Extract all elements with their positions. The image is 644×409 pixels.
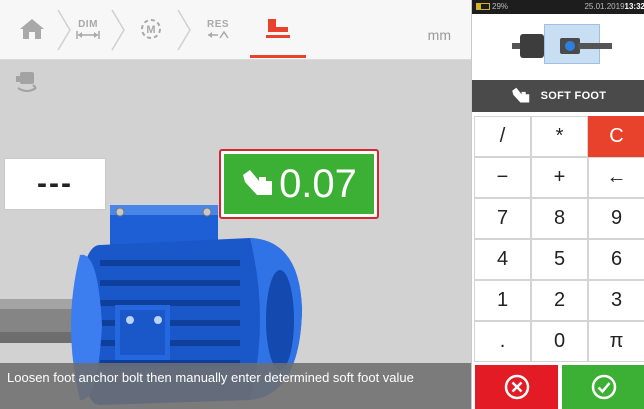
results-button[interactable]: RES <box>196 0 240 58</box>
key-9[interactable]: 9 <box>588 198 644 239</box>
key-0[interactable]: 0 <box>531 321 588 362</box>
machine-view-icon <box>16 72 37 92</box>
key-4[interactable]: 4 <box>474 239 531 280</box>
measure-icon: M <box>141 19 161 39</box>
measurement-placeholder[interactable]: --- <box>4 158 106 210</box>
key-3[interactable]: 3 <box>588 280 644 321</box>
hand-pointer-icon <box>511 87 529 103</box>
soft-foot-value-fill: 0.07 <box>224 154 374 214</box>
machine-thumbnail[interactable] <box>472 14 644 80</box>
results-label: RES <box>206 18 230 30</box>
soft-foot-icon <box>266 18 290 38</box>
key-backspace[interactable]: ← <box>588 157 644 198</box>
key-divide[interactable]: / <box>474 116 531 157</box>
instruction-message: Loosen foot anchor bolt then manually en… <box>0 363 471 409</box>
measurement-view: DIM M RES mm --- 0.07 Loosen foot anchor… <box>0 0 471 409</box>
results-icon <box>208 30 229 38</box>
dimensions-label: DIM <box>78 18 98 30</box>
date: 25.01.2019 <box>584 2 625 11</box>
machine-train-icon <box>512 34 612 58</box>
panel-title-bar: SOFT FOOT <box>472 80 644 112</box>
measure-button[interactable]: M <box>128 0 174 58</box>
soft-foot-value: 0.07 <box>279 161 357 206</box>
bolt <box>202 207 212 217</box>
device-status-bar: 29% 25.01.201913:32 <box>472 0 644 14</box>
input-panel: 29% 25.01.201913:32 SOFT FOOT / * C − + … <box>471 0 644 409</box>
key-6[interactable]: 6 <box>588 239 644 280</box>
machine-view-button[interactable] <box>12 66 42 96</box>
bolt <box>115 207 125 217</box>
cancel-button[interactable] <box>475 365 558 409</box>
key-2[interactable]: 2 <box>531 280 588 321</box>
chevron-right-icon <box>111 9 125 51</box>
key-multiply[interactable]: * <box>531 116 588 157</box>
svg-text:M: M <box>146 24 155 36</box>
cancel-icon <box>504 374 529 400</box>
date-time: 25.01.201913:32 <box>584 0 644 14</box>
soft-foot-tab[interactable] <box>250 0 306 58</box>
unit-label: mm <box>427 27 451 43</box>
key-8[interactable]: 8 <box>531 198 588 239</box>
key-pi[interactable]: π <box>588 321 644 362</box>
key-5[interactable]: 5 <box>531 239 588 280</box>
soft-foot-value-display[interactable]: 0.07 <box>219 149 379 219</box>
time: 13:32 <box>624 2 644 11</box>
top-toolbar: DIM M RES mm <box>0 0 471 60</box>
dimensions-button[interactable]: DIM <box>66 0 110 58</box>
home-button[interactable] <box>10 0 54 58</box>
battery-level: 29% <box>492 2 509 11</box>
hand-pointer-icon <box>243 170 273 195</box>
key-clear[interactable]: C <box>588 116 644 157</box>
panel-title: SOFT FOOT <box>540 90 607 102</box>
key-decimal[interactable]: . <box>474 321 531 362</box>
key-minus[interactable]: − <box>474 157 531 198</box>
key-7[interactable]: 7 <box>474 198 531 239</box>
home-icon <box>20 19 44 39</box>
battery-icon <box>476 3 490 10</box>
key-plus[interactable]: + <box>531 157 588 198</box>
key-1[interactable]: 1 <box>474 280 531 321</box>
confirm-button[interactable] <box>562 365 644 409</box>
chevron-right-icon <box>177 9 191 51</box>
checkmark-icon <box>591 374 616 400</box>
dimension-arrows-icon <box>76 30 100 39</box>
